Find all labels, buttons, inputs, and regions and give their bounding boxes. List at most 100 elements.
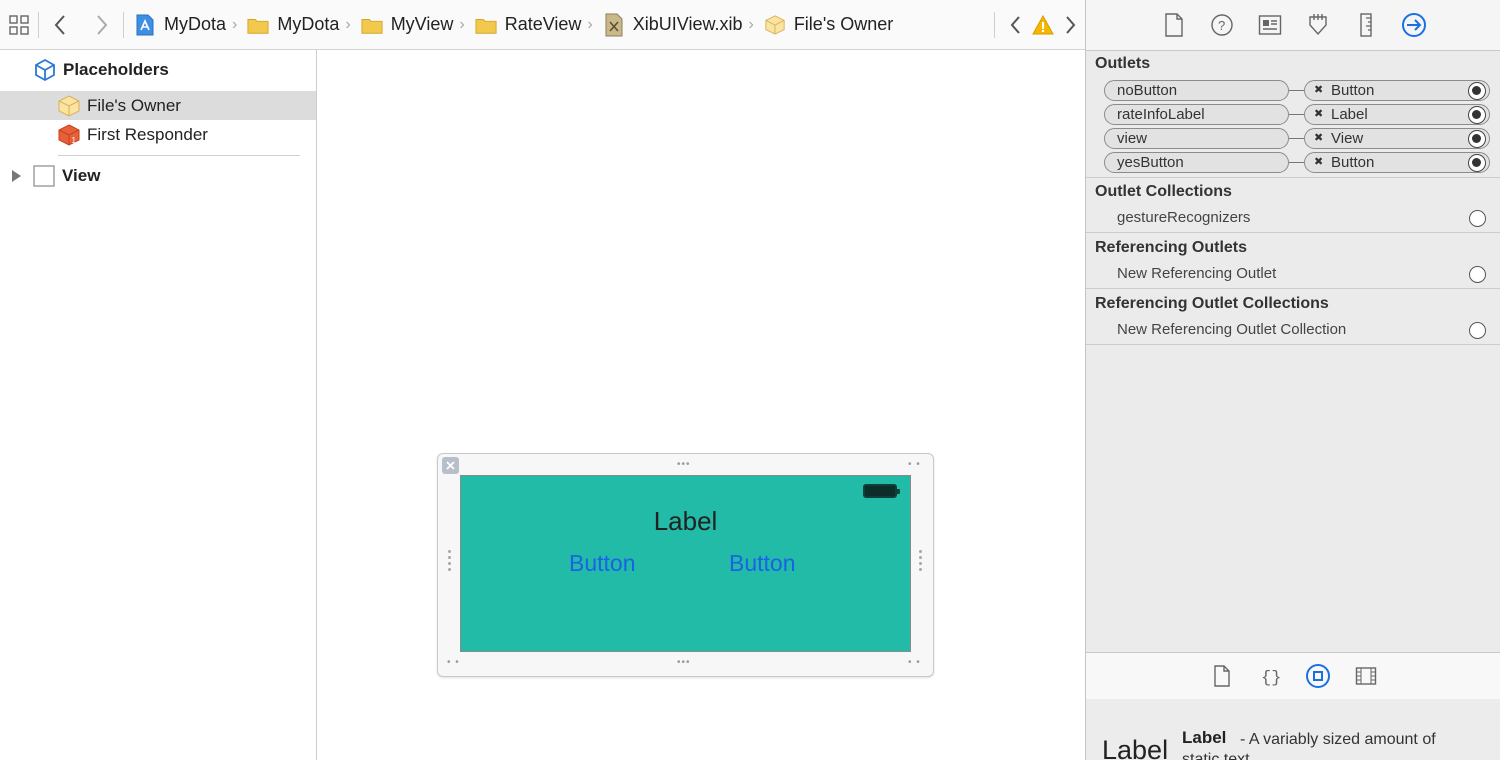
outlet-name[interactable]: rateInfoLabel xyxy=(1104,104,1289,125)
files-owner-cube-icon xyxy=(57,94,81,118)
resize-handle-bottom-right[interactable]: • • xyxy=(908,658,921,668)
object-library-icon[interactable] xyxy=(1303,661,1333,691)
quick-help-icon[interactable]: ? xyxy=(1203,6,1241,44)
breadcrumb-item-group[interactable]: MyDota › xyxy=(247,14,360,36)
section-divider xyxy=(1086,344,1500,345)
outlet-target-label: View xyxy=(1331,130,1364,147)
file-inspector-icon[interactable] xyxy=(1155,6,1193,44)
outlet-target[interactable]: ✖ View xyxy=(1304,128,1490,149)
first-responder-cube-icon: 1 xyxy=(57,123,81,147)
forward-button[interactable] xyxy=(81,0,123,49)
document-outline: Placeholders File's Owner 1 First Respon… xyxy=(0,50,317,760)
breadcrumb-label: XibUIView.xib xyxy=(632,14,743,34)
new-referencing-outlet: New Referencing Outlet xyxy=(1117,265,1277,282)
file-template-library-icon[interactable] xyxy=(1207,661,1237,691)
resize-handle-bottom-left[interactable]: • • xyxy=(447,658,460,668)
gesture-recognizers-outlet: gestureRecognizers xyxy=(1117,209,1251,226)
outlet-target-label: Button xyxy=(1331,154,1375,171)
xib-root-view[interactable]: Label Button Button xyxy=(460,475,911,652)
no-button[interactable]: Button xyxy=(569,550,636,577)
chevron-right-icon: › xyxy=(459,15,465,33)
outlet-name[interactable]: noButton xyxy=(1104,80,1289,101)
library-tab-bar: {} xyxy=(1086,652,1500,700)
inspector-tab-bar: ? xyxy=(1086,0,1500,51)
resize-handle-top[interactable]: ••• xyxy=(677,460,691,470)
outline-item-view[interactable]: View xyxy=(0,161,316,190)
close-scene-icon[interactable] xyxy=(442,457,459,474)
breadcrumb-item-group[interactable]: RateView › xyxy=(475,14,603,36)
section-divider xyxy=(1086,232,1500,233)
resize-handle-left[interactable] xyxy=(448,550,452,571)
connection-line xyxy=(1289,162,1304,163)
library-item-label[interactable]: Label - A variably sized amount of stati… xyxy=(1086,699,1500,760)
toolbar-separator xyxy=(994,11,995,38)
breadcrumb-label: RateView xyxy=(504,14,582,34)
interface-builder-canvas[interactable]: ••• • • ••• • • • • Label Button Button xyxy=(317,50,1085,760)
outlet-name[interactable]: yesButton xyxy=(1104,152,1289,173)
svg-text:{}: {} xyxy=(1261,669,1281,687)
code-snippet-library-icon[interactable]: {} xyxy=(1255,661,1285,691)
jump-bar: MyDota › MyDota › MyView › RateView › Xi… xyxy=(0,0,1085,50)
disconnect-icon[interactable]: ✖ xyxy=(1314,105,1323,124)
media-library-icon[interactable] xyxy=(1351,661,1381,691)
outlet-target[interactable]: ✖ Button xyxy=(1304,80,1490,101)
chevron-right-icon: › xyxy=(232,15,238,33)
resize-handle-right[interactable] xyxy=(919,550,923,571)
next-issue-button[interactable] xyxy=(1057,0,1085,49)
breadcrumb-item-object[interactable]: File's Owner xyxy=(764,14,893,36)
breadcrumb-item-project[interactable]: MyDota › xyxy=(134,14,247,36)
attributes-inspector-icon[interactable] xyxy=(1299,6,1337,44)
disclosure-triangle-icon[interactable] xyxy=(10,169,24,183)
outline-placeholders-header: Placeholders xyxy=(0,55,316,84)
outlet-target[interactable]: ✖ Label xyxy=(1304,104,1490,125)
warning-icon[interactable] xyxy=(1029,0,1057,49)
toolbar-separator xyxy=(123,11,124,38)
connection-circle[interactable] xyxy=(1469,322,1486,339)
breadcrumb-label: MyDota xyxy=(164,14,227,34)
outline-divider xyxy=(58,155,300,156)
yes-button[interactable]: Button xyxy=(729,550,796,577)
project-icon xyxy=(134,14,156,36)
disconnect-icon[interactable]: ✖ xyxy=(1314,81,1323,100)
back-button[interactable] xyxy=(39,0,81,49)
outlet-name[interactable]: view xyxy=(1104,128,1289,149)
placeholders-cube-icon xyxy=(33,58,57,82)
section-divider xyxy=(1086,177,1500,178)
referencing-outlets-section-title: Referencing Outlets xyxy=(1095,239,1248,256)
outline-item-label: File's Owner xyxy=(87,95,181,115)
connection-line xyxy=(1289,138,1304,139)
outline-item-first-responder[interactable]: 1 First Responder xyxy=(0,120,316,149)
utilities-area: ? Outlets noButton ✖ Button rateInfoLabel… xyxy=(1085,0,1500,760)
scene-frame[interactable]: ••• • • ••• • • • • Label Button Button xyxy=(437,453,934,677)
rate-info-label[interactable]: Label xyxy=(461,506,910,537)
outlet-connected-circle[interactable] xyxy=(1468,82,1486,100)
outline-item-files-owner[interactable]: File's Owner xyxy=(0,91,316,120)
outlet-target-label: Label xyxy=(1331,106,1368,123)
identity-inspector-icon[interactable] xyxy=(1251,6,1289,44)
folder-icon xyxy=(247,14,269,36)
connection-circle[interactable] xyxy=(1469,266,1486,283)
svg-text:1: 1 xyxy=(72,136,77,145)
connection-circle[interactable] xyxy=(1469,210,1486,227)
outlet-connected-circle[interactable] xyxy=(1468,130,1486,148)
new-referencing-outlet-collection: New Referencing Outlet Collection xyxy=(1117,321,1347,338)
outlet-connected-circle[interactable] xyxy=(1468,106,1486,124)
battery-icon xyxy=(863,484,900,498)
breadcrumb-item-file[interactable]: XibUIView.xib › xyxy=(603,13,764,36)
resize-handle-top-right[interactable]: • • xyxy=(908,460,921,470)
outlet-target[interactable]: ✖ Button xyxy=(1304,152,1490,173)
breadcrumb-label: MyDota xyxy=(277,14,340,34)
related-items-icon[interactable] xyxy=(0,0,38,49)
view-icon xyxy=(32,164,56,188)
breadcrumb-item-group[interactable]: MyView › xyxy=(361,14,475,36)
breadcrumb-label: MyView xyxy=(390,14,454,34)
connections-inspector-icon[interactable] xyxy=(1395,6,1433,44)
previous-issue-button[interactable] xyxy=(1001,0,1029,49)
resize-handle-bottom[interactable]: ••• xyxy=(677,658,691,668)
outlets-section-title: Outlets xyxy=(1095,55,1151,72)
library-item-name: Label xyxy=(1182,728,1227,747)
outlet-connected-circle[interactable] xyxy=(1468,154,1486,172)
size-inspector-icon[interactable] xyxy=(1347,6,1385,44)
disconnect-icon[interactable]: ✖ xyxy=(1314,129,1323,148)
disconnect-icon[interactable]: ✖ xyxy=(1314,153,1323,172)
